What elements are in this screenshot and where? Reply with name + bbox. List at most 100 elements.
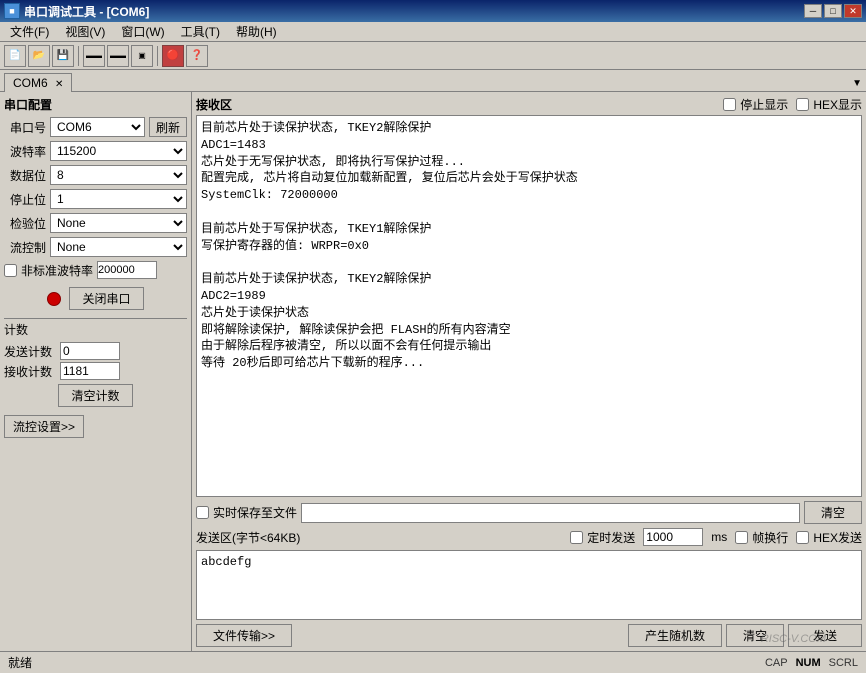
flow-row: 流控制 None <box>4 237 187 257</box>
tab-bar: COM6 ✕ ▼ <box>0 70 866 92</box>
parity-row: 检验位 None <box>4 213 187 233</box>
file-transfer-button[interactable]: 文件传输>> <box>196 624 292 647</box>
window-title: 串口调试工具 - [COM6] <box>24 3 149 20</box>
receive-textarea[interactable]: 目前芯片处于读保护状态, TKEY2解除保护 ADC1=1483 芯片处于无写保… <box>196 115 862 497</box>
port-row: 串口号 COM6 刷新 <box>4 117 187 137</box>
stop-bits-label: 停止位 <box>4 191 46 208</box>
toolbar-separator-1 <box>78 46 79 66</box>
timed-interval-input[interactable] <box>643 528 703 546</box>
toolbar-btn3[interactable]: ▣ <box>131 45 153 67</box>
title-bar: ■ 串口调试工具 - [COM6] ─ □ ✕ <box>0 0 866 22</box>
timed-unit-label: ms <box>711 530 727 544</box>
random-button[interactable]: 产生随机数 <box>628 624 722 647</box>
timed-send-group: 定时发送 <box>570 529 635 546</box>
nonstandard-value[interactable] <box>97 261 157 279</box>
send-count-field[interactable] <box>60 342 120 360</box>
send-count-label: 发送计数 <box>4 343 56 360</box>
cap-indicator: CAP <box>765 657 788 669</box>
save-file-checkbox[interactable] <box>196 506 209 519</box>
status-text: 就绪 <box>4 654 765 671</box>
menu-help[interactable]: 帮助(H) <box>228 21 285 42</box>
newline-group: 帧换行 <box>735 529 788 546</box>
save-file-label: 实时保存至文件 <box>213 504 297 521</box>
maximize-button[interactable]: □ <box>824 4 842 18</box>
receive-title: 接收区 <box>196 96 232 113</box>
toolbar-save[interactable]: 💾 <box>52 45 74 67</box>
recv-count-label: 接收计数 <box>4 363 56 380</box>
toolbar: 📄 📂 💾 ▬▬ ▬▬ ▣ 🔴 ❓ <box>0 42 866 70</box>
flow-label: 流控制 <box>4 239 46 256</box>
clear-count-button[interactable]: 清空计数 <box>58 384 132 407</box>
scrl-indicator: SCRL <box>829 657 858 669</box>
tab-com6[interactable]: COM6 ✕ <box>4 73 72 92</box>
menu-file[interactable]: 文件(F) <box>2 21 57 42</box>
baud-select[interactable]: 115200 <box>50 141 187 161</box>
menu-tools[interactable]: 工具(T) <box>173 21 228 42</box>
send-button[interactable]: 发送 <box>788 624 862 647</box>
clear-send-button[interactable]: 清空 <box>726 624 784 647</box>
nonstandard-label: 非标准波特率 <box>21 262 93 279</box>
parity-label: 检验位 <box>4 215 46 232</box>
send-section: 发送区(字节<64KB) 定时发送 ms 帧换行 HEX发送 <box>196 528 862 647</box>
hex-send-checkbox[interactable] <box>796 531 809 544</box>
toolbar-help[interactable]: ❓ <box>186 45 208 67</box>
stop-display-label: 停止显示 <box>740 96 788 113</box>
baud-row: 波特率 115200 <box>4 141 187 161</box>
minimize-button[interactable]: ─ <box>804 4 822 18</box>
hex-display-label: HEX显示 <box>813 96 862 113</box>
num-indicator: NUM <box>796 657 821 669</box>
conn-row: 关闭串口 <box>4 287 187 310</box>
parity-select[interactable]: None <box>50 213 187 233</box>
menu-window[interactable]: 窗口(W) <box>113 21 172 42</box>
timed-send-label: 定时发送 <box>587 529 635 546</box>
hex-display-checkbox[interactable] <box>796 98 809 111</box>
receive-header: 接收区 停止显示 HEX显示 <box>196 96 862 113</box>
send-title: 发送区(字节<64KB) <box>196 529 300 546</box>
menu-bar: 文件(F) 视图(V) 窗口(W) 工具(T) 帮助(H) <box>0 22 866 42</box>
toolbar-open[interactable]: 📂 <box>28 45 50 67</box>
toolbar-btn1[interactable]: ▬▬ <box>83 45 105 67</box>
close-port-button[interactable]: 关闭串口 <box>69 287 143 310</box>
save-file-path[interactable] <box>301 503 800 523</box>
baud-label: 波特率 <box>4 143 46 160</box>
stop-display-group: 停止显示 <box>723 96 788 113</box>
send-options: 定时发送 ms 帧换行 HEX发送 <box>570 528 862 546</box>
port-select[interactable]: COM6 <box>50 117 145 137</box>
toolbar-btn2[interactable]: ▬▬ <box>107 45 129 67</box>
toolbar-new[interactable]: 📄 <box>4 45 26 67</box>
main-content: 串口配置 串口号 COM6 刷新 波特率 115200 数据位 8 停止位 1 <box>0 92 866 651</box>
close-button[interactable]: ✕ <box>844 4 862 18</box>
status-indicators: CAP NUM SCRL <box>765 657 862 669</box>
toolbar-btn4[interactable]: 🔴 <box>162 45 184 67</box>
send-textarea[interactable]: abcdefg <box>196 550 862 620</box>
tab-close-icon[interactable]: ✕ <box>55 79 63 90</box>
serial-config-title: 串口配置 <box>4 96 187 113</box>
flow-select[interactable]: None <box>50 237 187 257</box>
refresh-button[interactable]: 刷新 <box>149 117 187 137</box>
menu-view[interactable]: 视图(V) <box>57 21 113 42</box>
timed-send-checkbox[interactable] <box>570 531 583 544</box>
newline-checkbox[interactable] <box>735 531 748 544</box>
clear-receive-button[interactable]: 清空 <box>804 501 862 524</box>
right-panel: 接收区 停止显示 HEX显示 目前芯片处于读保护状态, TKEY2解除保护 AD… <box>192 92 866 651</box>
newline-label: 帧换行 <box>752 529 788 546</box>
nonstandard-checkbox[interactable] <box>4 264 17 277</box>
receive-section: 接收区 停止显示 HEX显示 目前芯片处于读保护状态, TKEY2解除保护 AD… <box>196 96 862 497</box>
left-panel: 串口配置 串口号 COM6 刷新 波特率 115200 数据位 8 停止位 1 <box>0 92 192 651</box>
data-bits-select[interactable]: 8 <box>50 165 187 185</box>
recv-count-field[interactable] <box>60 362 120 380</box>
send-count-row: 发送计数 <box>4 342 187 360</box>
data-bits-row: 数据位 8 <box>4 165 187 185</box>
send-header: 发送区(字节<64KB) 定时发送 ms 帧换行 HEX发送 <box>196 528 862 546</box>
recv-count-row: 接收计数 <box>4 362 187 380</box>
stop-display-checkbox[interactable] <box>723 98 736 111</box>
send-right-buttons: 产生随机数 清空 发送 <box>628 624 862 647</box>
hex-display-group: HEX显示 <box>796 96 862 113</box>
flow-settings-button[interactable]: 流控设置>> <box>4 415 84 438</box>
stop-bits-select[interactable]: 1 <box>50 189 187 209</box>
port-label: 串口号 <box>4 119 46 136</box>
nonstandard-row: 非标准波特率 <box>4 261 187 279</box>
count-title: 计数 <box>4 321 187 338</box>
send-footer: 文件传输>> 产生随机数 清空 发送 <box>196 624 862 647</box>
tab-pin-icon[interactable]: ▼ <box>852 78 862 89</box>
